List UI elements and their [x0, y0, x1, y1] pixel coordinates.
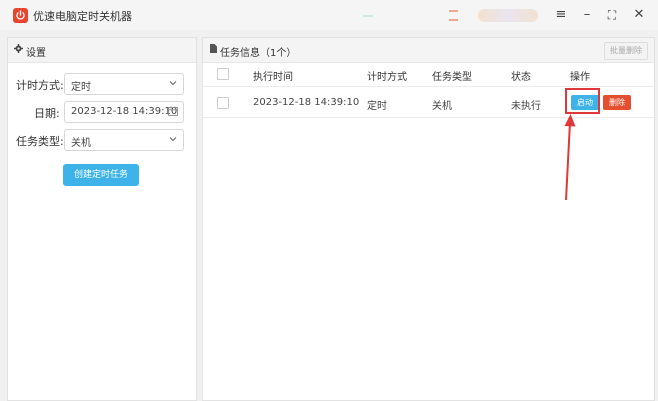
mode-select[interactable]: 定时 [64, 73, 184, 95]
app-title: 优速电脑定时关机器 [33, 10, 132, 23]
date-label: 日期: [34, 107, 60, 120]
column-header-time: 执行时间 [253, 72, 293, 83]
batch-delete-button[interactable]: 批量删除 [604, 42, 648, 60]
row-mode: 定时 [367, 101, 387, 112]
maximize-icon[interactable]: ⛶ [602, 6, 622, 24]
document-icon [210, 44, 217, 53]
task-type-label: 任务类型: [16, 135, 64, 148]
row-divider [203, 117, 653, 118]
column-header-type: 任务类型 [432, 72, 472, 83]
column-header-status: 状态 [511, 72, 531, 83]
blurred-region [449, 19, 458, 21]
row-time: 2023-12-18 14:39:10 [253, 97, 360, 108]
settings-title: 设置 [26, 48, 46, 59]
chevron-down-icon [169, 137, 177, 142]
row-status: 未执行 [511, 101, 541, 112]
header-divider [203, 86, 653, 87]
create-task-button[interactable]: 创建定时任务 [63, 164, 139, 186]
gear-icon [14, 44, 23, 53]
column-header-mode: 计时方式 [367, 72, 407, 83]
date-picker[interactable]: 2023-12-18 14:39:10 [64, 101, 184, 123]
annotation-arrow-icon [564, 114, 576, 201]
row-checkbox[interactable] [217, 97, 229, 109]
settings-panel-header: 设置 [8, 38, 196, 63]
task-panel-title: 任务信息（1个） [220, 48, 297, 59]
delete-button[interactable]: 删除 [603, 95, 631, 110]
power-icon [13, 8, 28, 23]
chevron-down-icon [169, 81, 177, 86]
minimize-icon[interactable]: – [577, 6, 597, 24]
task-type-value: 关机 [71, 138, 91, 149]
blurred-region [363, 15, 373, 17]
blurred-region [449, 10, 458, 12]
blurred-region [478, 9, 538, 22]
date-value: 2023-12-18 14:39:10 [71, 106, 178, 117]
column-header-actions: 操作 [570, 72, 590, 83]
select-all-checkbox[interactable] [217, 68, 229, 80]
row-type: 关机 [432, 101, 452, 112]
calendar-icon[interactable] [168, 106, 178, 116]
mode-value: 定时 [71, 82, 91, 93]
task-panel-header: 任务信息（1个） 批量删除 [203, 38, 654, 63]
task-type-select[interactable]: 关机 [64, 129, 184, 151]
title-bar: 优速电脑定时关机器 ≡ – ⛶ ✕ [0, 0, 658, 30]
menu-icon[interactable]: ≡ [551, 6, 571, 24]
highlight-box [565, 88, 600, 114]
close-icon[interactable]: ✕ [629, 6, 649, 24]
mode-label: 计时方式: [16, 79, 64, 92]
